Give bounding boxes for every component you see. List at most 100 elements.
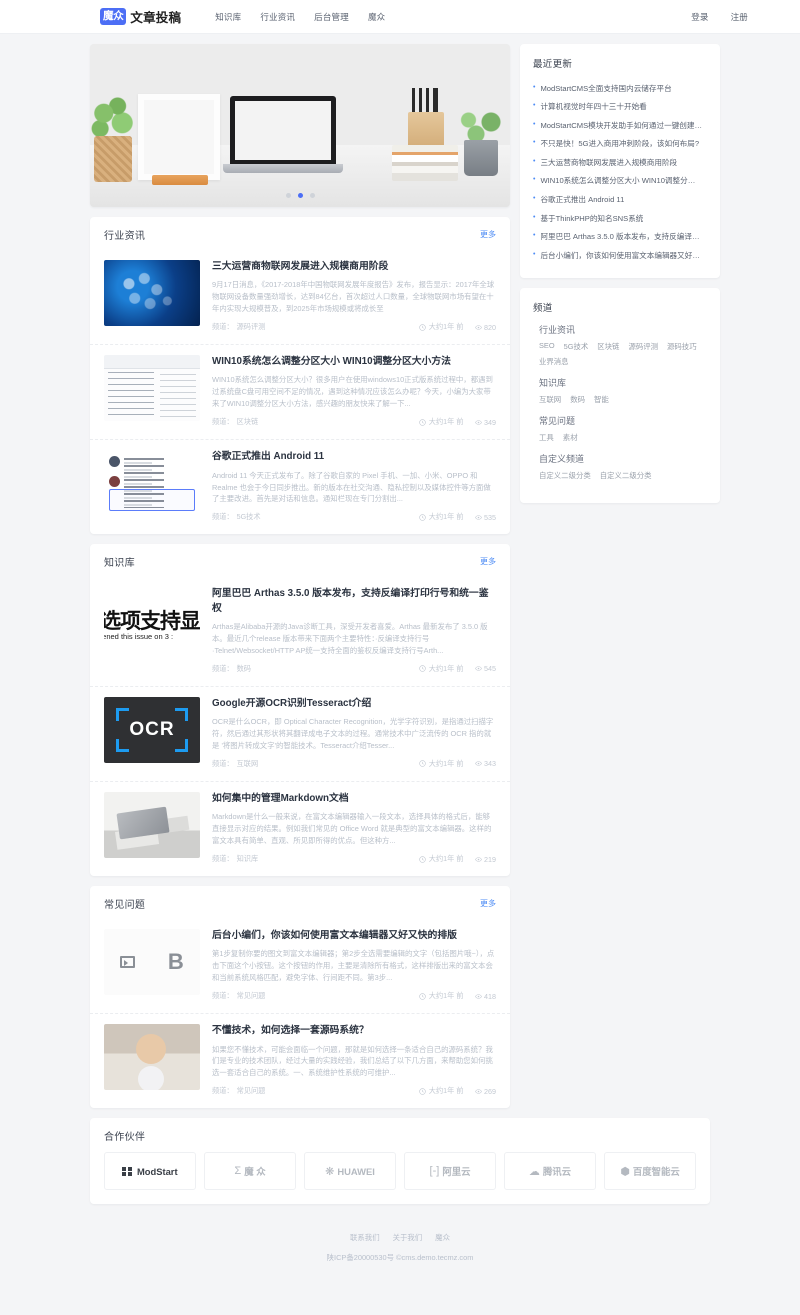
partner-huawei[interactable]: ❋ HUAWEI xyxy=(304,1152,396,1191)
article-row[interactable]: 谷歌正式推出 Android 11 Android 11 今天正式发布了。除了谷… xyxy=(90,440,510,534)
channel-tag[interactable]: 数码 xyxy=(570,394,585,405)
list-item[interactable]: • ModStartCMS模块开发助手如何通过一键创建模块? xyxy=(533,116,707,135)
article-row[interactable]: B 后台小编们，你该如何使用富文本编辑器又好又快的排版 第1步复制你要的图文到富… xyxy=(90,919,510,1015)
nav-item-admin[interactable]: 后台管理 xyxy=(314,11,349,23)
article-title[interactable]: 不懂技术，如何选择一套源码系统？ xyxy=(212,1024,496,1038)
list-item[interactable]: • 后台小编们，你该如何使用富文本编辑器又好又快的... xyxy=(533,246,707,265)
recent-link[interactable]: 不只是快！5G进入商用冲刺阶段，该如何布局? xyxy=(540,138,699,149)
time-text: 大约1年 前 xyxy=(428,758,464,768)
list-item[interactable]: • WIN10系统怎么调整分区大小 WIN10调整分区大小方法 xyxy=(533,172,707,191)
hero-carousel[interactable] xyxy=(90,44,510,207)
channel-group-name[interactable]: 常见问题 xyxy=(539,414,707,427)
top-navbar: 魔众 文章投稿 知识库 行业资讯 后台管理 魔众 登录 注册 xyxy=(0,0,800,34)
recent-link[interactable]: WIN10系统怎么调整分区大小 WIN10调整分区大小方法 xyxy=(540,175,702,186)
channel-tag[interactable]: 源码技巧 xyxy=(667,341,697,352)
article-title[interactable]: 后台小编们，你该如何使用富文本编辑器又好又快的排版 xyxy=(212,929,496,943)
more-link[interactable]: 更多 xyxy=(480,898,496,909)
article-title[interactable]: 如何集中的管理Markdown文档 xyxy=(212,792,496,806)
article-title[interactable]: WIN10系统怎么调整分区大小 WIN10调整分区大小方法 xyxy=(212,355,496,369)
article-title[interactable]: 阿里巴巴 Arthas 3.5.0 版本发布，支持反编译打印行号和统一鉴权 xyxy=(212,587,496,615)
channel-group-name[interactable]: 行业资讯 xyxy=(539,323,707,336)
register-link[interactable]: 注册 xyxy=(731,11,748,23)
list-item[interactable]: • 计算机视觉时年四十三十开始看 xyxy=(533,98,707,117)
partner-modstart[interactable]: ModStart xyxy=(104,1152,196,1191)
partner-aliyun[interactable]: [-] 阿里云 xyxy=(404,1152,496,1191)
article-row[interactable]: 不懂技术，如何选择一套源码系统？ 如果您不懂技术，可能会面临一个问题，那就是如何… xyxy=(90,1014,510,1108)
article-title[interactable]: Google开源OCR识别Tesseract介绍 xyxy=(212,697,496,711)
carousel-slide[interactable] xyxy=(90,44,510,207)
recent-link[interactable]: 计算机视觉时年四十三十开始看 xyxy=(540,101,646,112)
footer-mozhong-link[interactable]: 魔众 xyxy=(435,1232,450,1243)
more-link[interactable]: 更多 xyxy=(480,229,496,240)
partner-tencent-cloud[interactable]: ☁ 腾讯云 xyxy=(504,1152,596,1191)
channel-value[interactable]: 数码 xyxy=(237,664,251,674)
list-item[interactable]: • 谷歌正式推出 Android 11 xyxy=(533,190,707,209)
recent-link[interactable]: 阿里巴巴 Arthas 3.5.0 版本发布，支持反编译打印行... xyxy=(540,231,702,242)
login-link[interactable]: 登录 xyxy=(691,11,708,23)
time-text: 大约1年 前 xyxy=(428,322,464,332)
nav-item-industry-news[interactable]: 行业资讯 xyxy=(260,11,295,23)
article-time: 大约1年 前 xyxy=(419,991,464,1001)
channel-tag[interactable]: 区块链 xyxy=(597,341,619,352)
article-thumbnail xyxy=(104,355,200,422)
section-title: 常见问题 xyxy=(104,900,146,912)
views-count: 545 xyxy=(484,664,496,674)
carousel-dot-1[interactable] xyxy=(285,193,291,198)
nav-item-knowledge[interactable]: 知识库 xyxy=(215,11,241,23)
article-views: 343 xyxy=(474,759,496,768)
channel-label: 频道： xyxy=(212,417,234,427)
channel-tag[interactable]: 业界消息 xyxy=(539,356,569,367)
bullet-icon: • xyxy=(533,139,536,147)
channel-tag[interactable]: 5G技术 xyxy=(564,341,589,352)
recent-link[interactable]: 后台小编们，你该如何使用富文本编辑器又好又快的... xyxy=(540,250,702,261)
channel-tag[interactable]: 智能 xyxy=(594,394,609,405)
article-row[interactable]: 三大运营商物联网发展进入规模商用阶段 9月17日消息，《2017-2018年中国… xyxy=(90,250,510,346)
channel-value[interactable]: 区块链 xyxy=(237,417,259,427)
partner-list: ModStart Σ 魔 众 ❋ HUAWEI [-] 阿里云 ☁ 腾讯云 ⬢ … xyxy=(104,1152,696,1191)
brand-logo[interactable]: 魔众 文章投稿 xyxy=(100,7,181,26)
article-row[interactable]: 选项支持显 pened this issue on 3 : 阿里巴巴 Artha… xyxy=(90,577,510,687)
article-title[interactable]: 谷歌正式推出 Android 11 xyxy=(212,450,496,464)
carousel-dot-2[interactable] xyxy=(297,193,303,198)
channel-group-name[interactable]: 知识库 xyxy=(539,376,707,389)
list-item[interactable]: • 基于ThinkPHP的知名SNS系统 xyxy=(533,209,707,228)
channel-value[interactable]: 源码评测 xyxy=(237,322,266,332)
channel-label: 频道： xyxy=(212,758,234,768)
channel-tag[interactable]: SEO xyxy=(539,341,555,352)
channel-group-name[interactable]: 自定义频道 xyxy=(539,452,707,465)
list-item[interactable]: • 三大运营商物联网发展进入规模商用阶段 xyxy=(533,153,707,172)
article-row[interactable]: WIN10系统怎么调整分区大小 WIN10调整分区大小方法 WIN10系统怎么调… xyxy=(90,345,510,441)
recent-link[interactable]: 谷歌正式推出 Android 11 xyxy=(540,194,624,205)
carousel-dots[interactable] xyxy=(90,193,510,198)
channel-value[interactable]: 5G技术 xyxy=(237,512,261,522)
channel-value[interactable]: 常见问题 xyxy=(237,991,266,1001)
channel-tag[interactable]: 自定义二级分类 xyxy=(600,470,652,481)
recent-link[interactable]: ModStartCMS模块开发助手如何通过一键创建模块? xyxy=(540,120,702,131)
article-row[interactable]: OCR Google开源OCR识别Tesseract介绍 OCR是什么OCR，即… xyxy=(90,687,510,782)
channel-tag[interactable]: 工具 xyxy=(539,432,554,443)
carousel-dot-3[interactable] xyxy=(309,193,315,198)
recent-link[interactable]: 三大运营商物联网发展进入规模商用阶段 xyxy=(540,157,677,168)
partner-baidu-cloud[interactable]: ⬢ 百度智能云 xyxy=(604,1152,696,1191)
footer-about-link[interactable]: 关于我们 xyxy=(393,1232,423,1243)
list-item[interactable]: • 不只是快！5G进入商用冲刺阶段，该如何布局? xyxy=(533,135,707,154)
list-item[interactable]: • 阿里巴巴 Arthas 3.5.0 版本发布，支持反编译打印行... xyxy=(533,228,707,247)
channel-tag[interactable]: 源码评测 xyxy=(628,341,658,352)
partner-mozhong[interactable]: Σ 魔 众 xyxy=(204,1152,296,1191)
more-link[interactable]: 更多 xyxy=(480,556,496,567)
list-item[interactable]: • ModStartCMS全面支持国内云储存平台 xyxy=(533,79,707,98)
channel-tag[interactable]: 互联网 xyxy=(539,394,561,405)
channel-tag[interactable]: 素材 xyxy=(563,432,578,443)
nav-item-mozhong[interactable]: 魔众 xyxy=(368,11,385,23)
article-meta: 频道： 5G技术 大约1年 前 535 xyxy=(212,512,496,522)
channel-value[interactable]: 常见问题 xyxy=(237,1086,266,1096)
partner-name: 百度智能云 xyxy=(632,1166,680,1178)
recent-link[interactable]: 基于ThinkPHP的知名SNS系统 xyxy=(540,213,643,224)
footer-contact-link[interactable]: 联系我们 xyxy=(350,1232,380,1243)
channel-tag[interactable]: 自定义二级分类 xyxy=(539,470,591,481)
channel-value[interactable]: 知识库 xyxy=(237,854,259,864)
article-row[interactable]: 如何集中的管理Markdown文档 Markdown是什么一般来说，在富文本编辑… xyxy=(90,782,510,876)
channel-value[interactable]: 互联网 xyxy=(237,759,259,769)
recent-link[interactable]: ModStartCMS全面支持国内云储存平台 xyxy=(540,83,671,94)
article-title[interactable]: 三大运营商物联网发展进入规模商用阶段 xyxy=(212,260,496,274)
